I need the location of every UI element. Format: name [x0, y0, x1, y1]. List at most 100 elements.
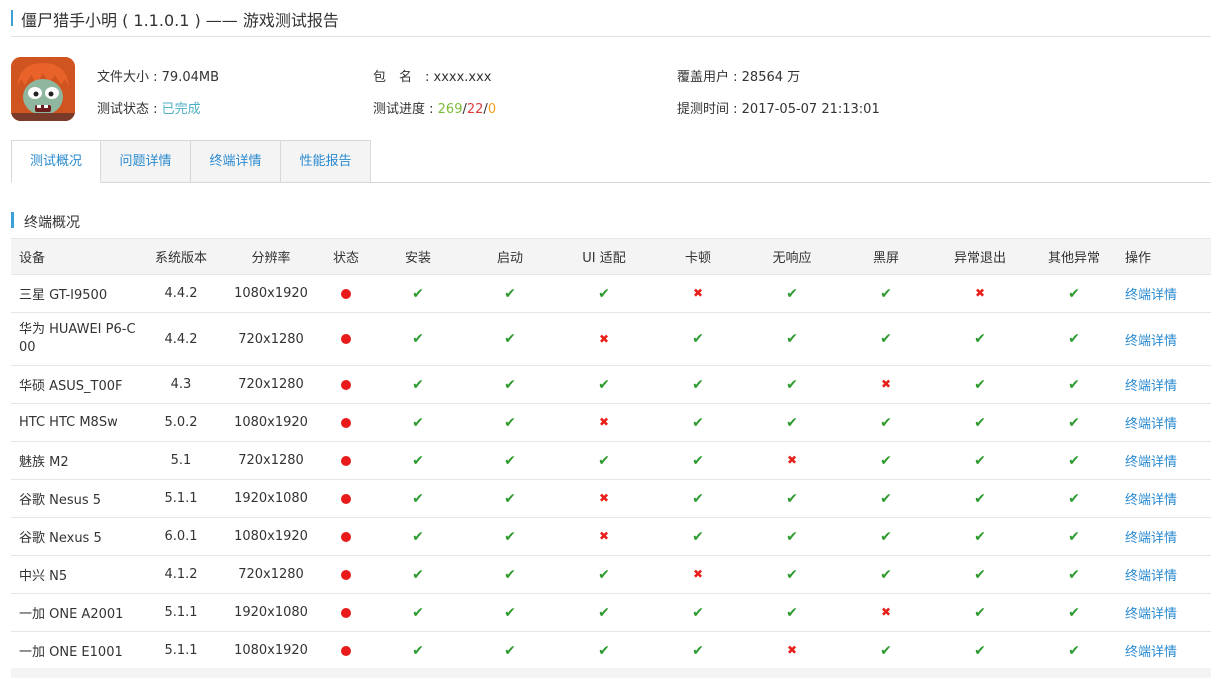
- check-result-cell: ✖: [843, 365, 929, 404]
- check-result-cell: ✔: [929, 555, 1031, 594]
- title-accent-bar: [11, 10, 13, 26]
- device-name-cell: 华硕 ASUS_T00F: [11, 365, 143, 404]
- check-result-cell: ✔: [741, 365, 843, 404]
- tab-issue-details[interactable]: 问题详情: [101, 140, 191, 183]
- check-icon: ✔: [1068, 490, 1080, 507]
- check-result-cell: ✔: [655, 631, 741, 670]
- zombie-avatar-icon: [11, 57, 75, 121]
- package-label: 包 名 :: [373, 70, 434, 85]
- device-details-link[interactable]: 终端详情: [1125, 531, 1177, 546]
- device-name-cell: 谷歌 Nesus 5: [11, 479, 143, 518]
- check-result-cell: ✔: [929, 312, 1031, 366]
- tab-overview[interactable]: 测试概况: [11, 140, 101, 183]
- status-dot-icon: [341, 455, 351, 466]
- check-result-cell: ✔: [369, 365, 467, 404]
- check-icon: ✔: [504, 452, 516, 469]
- device-details-link[interactable]: 终端详情: [1125, 455, 1177, 470]
- check-icon: ✔: [1068, 414, 1080, 431]
- check-icon: ✔: [692, 642, 704, 659]
- check-result-cell: ✔: [929, 479, 1031, 518]
- table-row: HTC HTC M8Sw 5.0.2 1080x1920 ✔ ✔ ✖ ✔ ✔ ✔ ✔ ✔ 终端详情: [11, 403, 1211, 442]
- check-icon: ✔: [412, 414, 424, 431]
- column-header: 卡顿: [655, 238, 741, 275]
- device-details-link[interactable]: 终端详情: [1125, 569, 1177, 584]
- app-icon: [11, 57, 75, 121]
- check-result-cell: ✔: [741, 479, 843, 518]
- check-icon: ✔: [1068, 376, 1080, 393]
- check-result-cell: ✔: [655, 479, 741, 518]
- check-result-cell: ✔: [741, 312, 843, 366]
- device-details-link[interactable]: 终端详情: [1125, 493, 1177, 508]
- resolution-cell: 720x1280: [219, 312, 323, 366]
- resolution-cell: 1080x1920: [219, 517, 323, 556]
- table-row: 魅族 M2 5.1 720x1280 ✔ ✔ ✔ ✔ ✖ ✔ ✔ ✔ 终端详情: [11, 441, 1211, 480]
- check-icon: ✔: [1068, 331, 1080, 347]
- check-result-cell: ✔: [843, 312, 929, 366]
- check-result-cell: ✔: [467, 441, 553, 480]
- action-cell: 终端详情: [1117, 593, 1211, 632]
- table-footer-bar: [11, 668, 1211, 678]
- column-header: 其他异常: [1031, 238, 1117, 275]
- device-name-cell: 一加 ONE A2001: [11, 593, 143, 632]
- status-cell: [323, 479, 369, 518]
- device-details-link[interactable]: 终端详情: [1125, 607, 1177, 622]
- check-result-cell: ✖: [553, 517, 655, 556]
- device-details-link[interactable]: 终端详情: [1125, 288, 1177, 303]
- check-icon: ✔: [1068, 566, 1080, 583]
- check-result-cell: ✔: [1031, 274, 1117, 313]
- action-cell: 终端详情: [1117, 312, 1211, 366]
- status-cell: [323, 312, 369, 366]
- device-summary-table: 设备 系统版本 分辨率 状态 安装 启动 UI 适配 卡顿 无响应 黑屏 异常退…: [11, 238, 1211, 670]
- status-dot-icon: [341, 531, 351, 542]
- status-dot-icon: [341, 645, 351, 656]
- action-cell: 终端详情: [1117, 631, 1211, 670]
- device-name-cell: HTC HTC M8Sw: [11, 403, 143, 442]
- resolution-cell: 720x1280: [219, 365, 323, 404]
- status-dot-icon: [341, 379, 351, 390]
- tab-performance-report[interactable]: 性能报告: [281, 140, 371, 183]
- cross-icon: ✖: [786, 643, 798, 657]
- check-result-cell: ✔: [369, 441, 467, 480]
- check-icon: ✔: [412, 285, 424, 302]
- device-details-link[interactable]: 终端详情: [1125, 334, 1177, 349]
- check-result-cell: ✔: [655, 365, 741, 404]
- check-icon: ✔: [974, 528, 986, 545]
- check-icon: ✔: [880, 566, 892, 583]
- check-icon: ✔: [504, 604, 516, 621]
- check-result-cell: ✔: [929, 593, 1031, 632]
- device-details-link[interactable]: 终端详情: [1125, 379, 1177, 394]
- check-result-cell: ✔: [843, 441, 929, 480]
- status-cell: [323, 593, 369, 632]
- status-dot-icon: [341, 288, 351, 299]
- tab-device-details[interactable]: 终端详情: [191, 140, 281, 183]
- section-accent-bar: [11, 212, 14, 228]
- check-icon: ✔: [974, 490, 986, 507]
- check-icon: ✔: [1068, 528, 1080, 545]
- device-name-cell: 三星 GT-I9500: [11, 274, 143, 313]
- check-result-cell: ✔: [369, 631, 467, 670]
- check-result-cell: ✔: [467, 631, 553, 670]
- table-row: 谷歌 Nesus 5 5.1.1 1920x1080 ✔ ✔ ✖ ✔ ✔ ✔ ✔ ✔ 终端详情: [11, 479, 1211, 518]
- coverage-users-label: 覆盖用户 :: [677, 70, 742, 85]
- column-header: 分辨率: [219, 238, 323, 275]
- check-icon: ✔: [1068, 642, 1080, 659]
- table-row: 华为 HUAWEI P6-C00 4.4.2 720x1280 ✔ ✔ ✖ ✔ ✔ ✔ ✔ ✔ 终端详…: [11, 312, 1211, 366]
- check-result-cell: ✔: [1031, 403, 1117, 442]
- table-row: 一加 ONE E1001 5.1.1 1080x1920 ✔ ✔ ✔ ✔ ✖ ✔ ✔ ✔ 终端详情: [11, 631, 1211, 670]
- os-version-cell: 5.1.1: [143, 593, 219, 632]
- page-title: 僵尸猎手小明 ( 1.1.0.1 ) —— 游戏测试报告: [21, 11, 339, 30]
- device-details-link[interactable]: 终端详情: [1125, 645, 1177, 660]
- check-icon: ✔: [974, 604, 986, 621]
- package-value: xxxx.xxx: [433, 70, 492, 85]
- device-details-link[interactable]: 终端详情: [1125, 417, 1177, 432]
- check-result-cell: ✔: [1031, 517, 1117, 556]
- check-icon: ✔: [692, 528, 704, 545]
- check-icon: ✔: [974, 414, 986, 431]
- check-icon: ✔: [692, 604, 704, 621]
- status-cell: [323, 441, 369, 480]
- cross-icon: ✖: [880, 377, 892, 391]
- cross-icon: ✖: [692, 567, 704, 581]
- file-size-label: 文件大小 :: [97, 70, 162, 85]
- report-title-bar: 僵尸猎手小明 ( 1.1.0.1 ) —— 游戏测试报告: [11, 0, 1211, 37]
- check-result-cell: ✔: [843, 403, 929, 442]
